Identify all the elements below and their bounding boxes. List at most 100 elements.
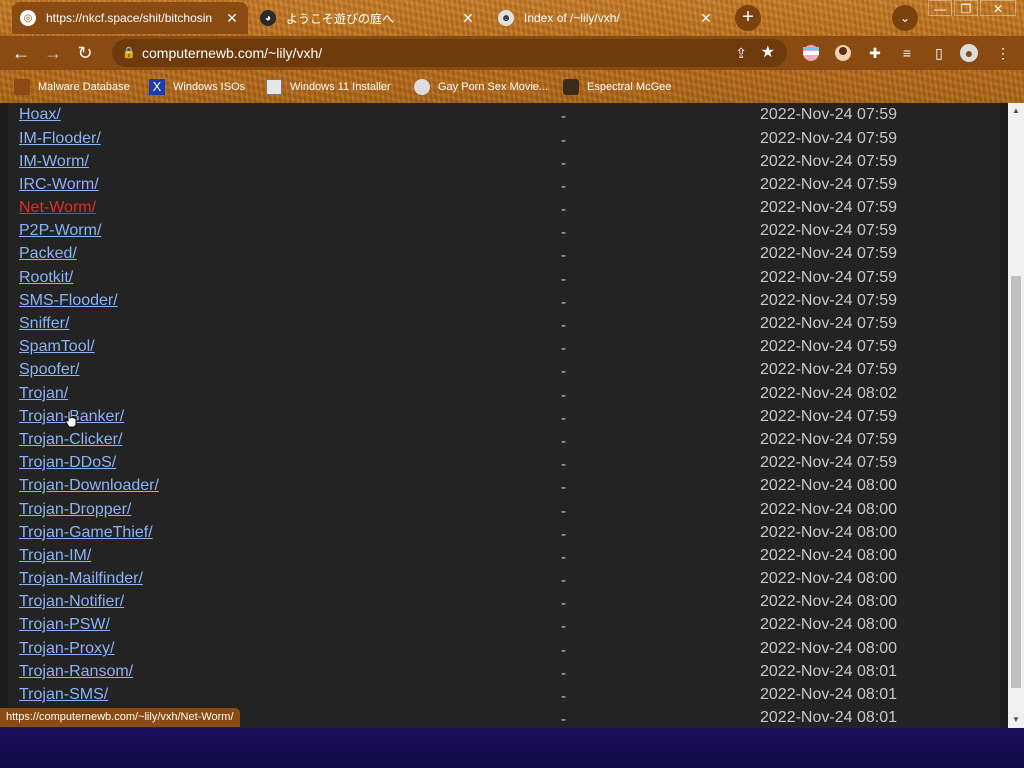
directory-link[interactable]: IRC-Worm/: [19, 176, 99, 194]
bookmark-windows-isos[interactable]: X Windows ISOs: [149, 78, 245, 96]
date-cell: 2022-Nov-24 08:00: [760, 593, 897, 610]
table-row: Trojan-Notifier/ - 2022-Nov-24 08:00: [0, 593, 1000, 616]
directory-link[interactable]: P2P-Worm/: [19, 222, 101, 240]
size-cell: -: [561, 108, 566, 125]
toolbar: ← → ↻ 🔒 computernewb.com/~lily/vxh/ ⇪ ★ …: [0, 36, 1024, 70]
menu-kebab-icon[interactable]: ⋮: [994, 44, 1012, 62]
restore-icon[interactable]: ❐: [954, 0, 978, 16]
x-logo-icon: X: [149, 79, 165, 95]
size-cell: -: [561, 665, 566, 682]
date-cell: 2022-Nov-24 08:00: [760, 547, 897, 564]
installer-icon: [266, 79, 282, 95]
size-cell: -: [561, 618, 566, 635]
browser-chrome: ◎ https://nkcf.space/shit/bitchosin ✕ ◕ …: [0, 0, 1024, 103]
date-cell: 2022-Nov-24 07:59: [760, 408, 897, 425]
date-cell: 2022-Nov-24 07:59: [760, 269, 897, 286]
close-icon[interactable]: ✕: [224, 10, 240, 27]
bookmark-label: Malware Database: [38, 81, 130, 93]
bookmark-espectral-mcgee[interactable]: Espectral McGee: [563, 78, 671, 96]
size-cell: -: [561, 317, 566, 334]
directory-link[interactable]: SpamTool/: [19, 338, 95, 356]
directory-link[interactable]: Rootkit/: [19, 269, 73, 287]
directory-listing: Hoax/ - 2022-Nov-24 07:59 IM-Flooder/ - 2022-…: [0, 103, 1008, 728]
reload-icon[interactable]: ↻: [72, 40, 98, 66]
size-cell: -: [561, 224, 566, 241]
lock-icon[interactable]: 🔒: [122, 39, 136, 67]
tab-search-button[interactable]: ⌄: [892, 5, 918, 31]
directory-link[interactable]: Trojan-Mailfinder/: [19, 570, 143, 588]
table-row: Trojan-PSW/ - 2022-Nov-24 08:00: [0, 616, 1000, 639]
profile-icon[interactable]: ●: [960, 44, 978, 62]
date-cell: 2022-Nov-24 07:59: [760, 222, 897, 239]
back-icon[interactable]: ←: [8, 40, 34, 66]
close-icon[interactable]: ✕: [460, 10, 476, 27]
size-cell: -: [561, 410, 566, 427]
date-cell: 2022-Nov-24 08:02: [760, 385, 897, 402]
table-row: IRC-Worm/ - 2022-Nov-24 07:59: [0, 176, 1000, 199]
directory-link[interactable]: SMS-Flooder/: [19, 292, 118, 310]
table-row: Trojan-IM/ - 2022-Nov-24 08:00: [0, 547, 1000, 570]
directory-link[interactable]: Trojan-DDoS/: [19, 454, 116, 472]
close-icon[interactable]: ✕: [698, 10, 714, 27]
close-window-icon[interactable]: ✕: [980, 0, 1016, 16]
mascot-favicon-icon: ☻: [498, 10, 514, 26]
table-row: Hoax/ - 2022-Nov-24 07:59: [0, 106, 1000, 129]
tab-index-vxh[interactable]: ☻ Index of /~lily/vxh/ ✕: [490, 2, 722, 34]
address-bar[interactable]: 🔒 computernewb.com/~lily/vxh/ ⇪ ★: [112, 39, 787, 67]
vertical-scrollbar[interactable]: ▲ ▼: [1008, 103, 1024, 728]
directory-link[interactable]: Trojan-GameThief/: [19, 524, 153, 542]
bookmark-malware-database[interactable]: Malware Database: [14, 78, 130, 96]
scroll-down-arrow-icon[interactable]: ▼: [1008, 712, 1024, 728]
directory-link[interactable]: Trojan-IM/: [19, 547, 91, 565]
directory-link[interactable]: Trojan-SMS/: [19, 686, 108, 704]
bookmark-label: Gay Porn Sex Movie...: [438, 81, 549, 93]
directory-link[interactable]: Trojan/: [19, 385, 68, 403]
minimize-icon[interactable]: —: [928, 0, 952, 16]
scroll-thumb[interactable]: [1011, 276, 1021, 688]
directory-link[interactable]: Hoax/: [19, 106, 61, 124]
bookmark-windows-11-installer[interactable]: Windows 11 Installer: [266, 78, 391, 96]
share-icon[interactable]: ⇪: [735, 39, 747, 67]
date-cell: 2022-Nov-24 07:59: [760, 292, 897, 309]
tab-youkoso[interactable]: ◕ ようこそ遊びの庭へ ✕: [252, 2, 484, 34]
directory-link[interactable]: Trojan-Dropper/: [19, 501, 131, 519]
size-cell: -: [561, 155, 566, 172]
scroll-up-arrow-icon[interactable]: ▲: [1008, 103, 1024, 119]
directory-link[interactable]: Trojan-Downloader/: [19, 477, 159, 495]
extension-flag-icon[interactable]: [802, 44, 820, 62]
size-cell: -: [561, 387, 566, 404]
size-cell: -: [561, 456, 566, 473]
date-cell: 2022-Nov-24 07:59: [760, 315, 897, 332]
directory-link[interactable]: Trojan-Proxy/: [19, 640, 114, 658]
extensions-puzzle-icon[interactable]: ✚: [866, 44, 884, 62]
size-cell: -: [561, 340, 566, 357]
directory-link[interactable]: Packed/: [19, 245, 77, 263]
hand-cursor-icon: [65, 410, 77, 428]
bookmarks-bar: Malware Database X Windows ISOs Windows …: [0, 70, 1024, 103]
size-cell: -: [561, 503, 566, 520]
directory-link[interactable]: Trojan-Clicker/: [19, 431, 122, 449]
directory-link[interactable]: Sniffer/: [19, 315, 69, 333]
directory-link[interactable]: Spoofer/: [19, 361, 79, 379]
forward-icon[interactable]: →: [40, 40, 66, 66]
side-panel-icon[interactable]: ▯: [930, 44, 948, 62]
new-tab-button[interactable]: +: [735, 5, 761, 31]
date-cell: 2022-Nov-24 08:01: [760, 663, 897, 680]
media-controls-icon[interactable]: ≡: [898, 44, 916, 62]
bookmark-star-icon[interactable]: ★: [761, 39, 775, 67]
directory-link[interactable]: Trojan-Notifier/: [19, 593, 124, 611]
directory-link[interactable]: Trojan-PSW/: [19, 616, 110, 634]
directory-link[interactable]: Net-Worm/: [19, 199, 96, 217]
directory-link[interactable]: IM-Flooder/: [19, 130, 101, 148]
table-row: Trojan/ - 2022-Nov-24 08:02: [0, 385, 1000, 408]
date-cell: 2022-Nov-24 07:59: [760, 454, 897, 471]
directory-link[interactable]: IM-Worm/: [19, 153, 89, 171]
size-cell: -: [561, 642, 566, 659]
size-cell: -: [561, 433, 566, 450]
mascot-favicon-icon: [414, 79, 430, 95]
directory-link[interactable]: Trojan-Ransom/: [19, 663, 133, 681]
size-cell: -: [561, 271, 566, 288]
bookmark-gay-porn-sex-movie[interactable]: Gay Porn Sex Movie...: [414, 78, 548, 96]
tab-nkcf[interactable]: ◎ https://nkcf.space/shit/bitchosin ✕: [12, 2, 248, 34]
extension-avatar-icon[interactable]: [834, 44, 852, 62]
